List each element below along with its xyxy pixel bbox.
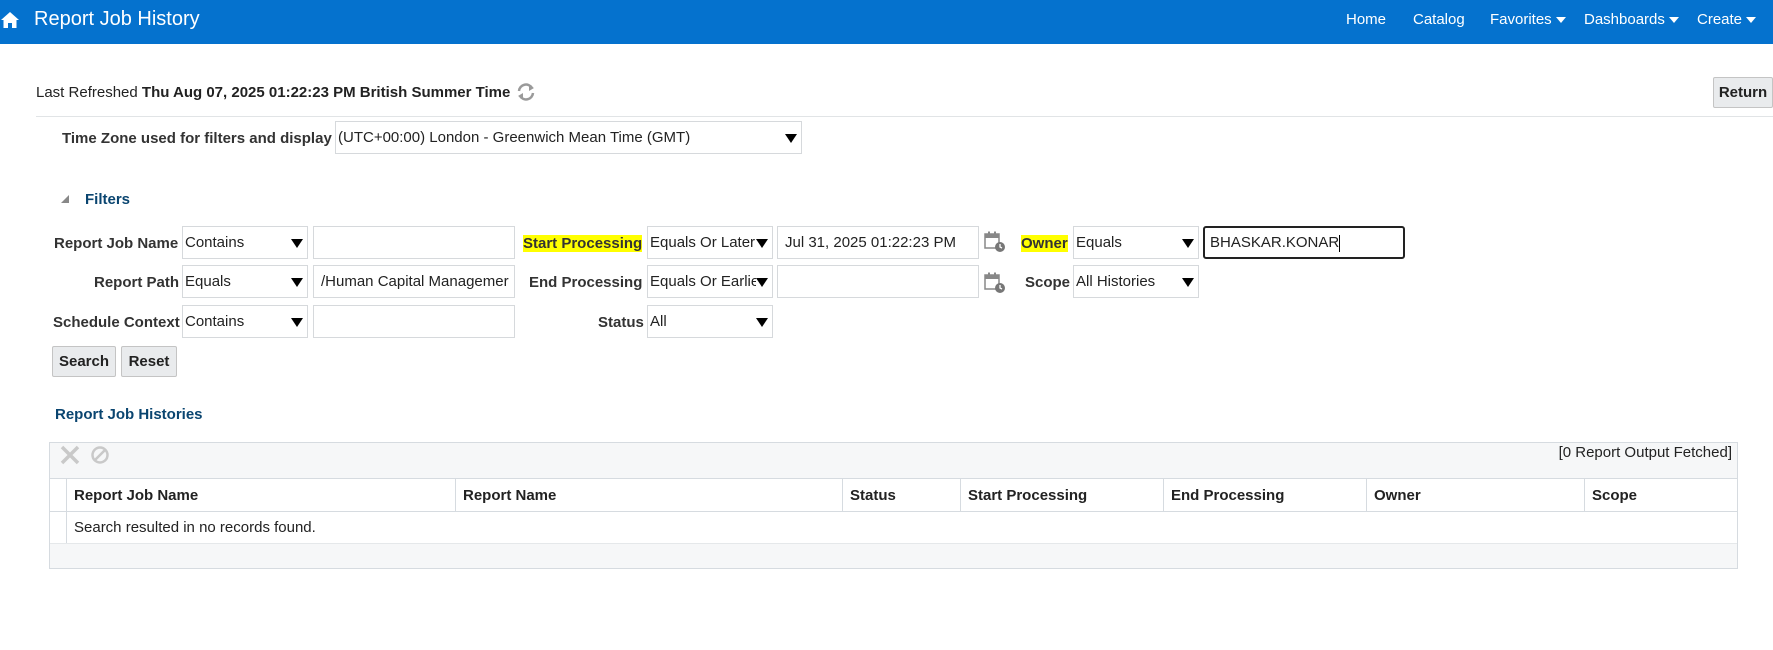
- report-job-name-input[interactable]: [313, 226, 515, 259]
- dropdown-arrow-icon: [291, 318, 303, 327]
- timezone-value: (UTC+00:00) London - Greenwich Mean Time…: [338, 129, 691, 146]
- nav-favorites[interactable]: Favorites: [1490, 11, 1566, 28]
- end-processing-operator: Equals Or Earlie: [650, 273, 756, 290]
- nav-dashboards[interactable]: Dashboards: [1584, 11, 1679, 28]
- page-title: Report Job History: [34, 8, 200, 30]
- nav-home-label: Home: [1346, 11, 1387, 28]
- scope-label: Scope: [1025, 274, 1071, 291]
- nav-home[interactable]: Home: [1346, 11, 1386, 28]
- owner-label: Owner: [1021, 235, 1068, 252]
- chevron-down-icon: [1746, 17, 1757, 24]
- owner-operator: Equals: [1076, 234, 1122, 251]
- home-icon[interactable]: [0, 10, 20, 30]
- calendar-icon[interactable]: [984, 231, 1006, 253]
- dropdown-arrow-icon: [1182, 278, 1194, 287]
- chevron-down-icon: [1555, 17, 1566, 24]
- divider: [36, 116, 1773, 117]
- report-job-name-operator-select[interactable]: Contains: [182, 226, 308, 259]
- nav-create[interactable]: Create: [1697, 11, 1757, 28]
- nav-dashboards-label: Dashboards: [1584, 11, 1665, 28]
- dropdown-arrow-icon: [785, 134, 797, 143]
- dropdown-arrow-icon: [291, 239, 303, 248]
- start-processing-operator-select[interactable]: Equals Or Later: [647, 226, 773, 259]
- divider: [50, 543, 1737, 544]
- empty-message: Search resulted in no records found.: [74, 519, 316, 536]
- output-fetched-count: [0 Report Output Fetched]: [1558, 444, 1732, 461]
- divider: [66, 512, 67, 543]
- last-refreshed-timestamp: Thu Aug 07, 2025 01:22:23 PM British Sum…: [141, 84, 511, 101]
- end-processing-date-input[interactable]: [777, 265, 979, 298]
- last-refreshed-label: Last Refreshed: [36, 84, 138, 101]
- schedule-context-operator: Contains: [185, 313, 245, 330]
- owner-label-text: Owner: [1021, 235, 1068, 252]
- end-processing-operator-select[interactable]: Equals Or Earlie: [647, 265, 773, 298]
- dropdown-arrow-icon: [756, 239, 768, 248]
- schedule-context-input[interactable]: [313, 305, 515, 338]
- report-path-input[interactable]: /Human Capital Managemer: [313, 265, 515, 298]
- start-processing-label: Start Processing: [523, 235, 643, 252]
- timezone-label: Time Zone used for filters and display: [62, 130, 332, 147]
- dropdown-arrow-icon: [1182, 239, 1194, 248]
- chevron-down-icon: [1668, 17, 1679, 24]
- status-select[interactable]: All: [647, 305, 773, 338]
- dropdown-arrow-icon: [756, 278, 768, 287]
- calendar-icon[interactable]: [984, 272, 1006, 294]
- search-button[interactable]: Search: [52, 346, 116, 377]
- cancel-icon[interactable]: [90, 445, 110, 465]
- nav-catalog[interactable]: Catalog: [1413, 11, 1465, 28]
- delete-icon[interactable]: [59, 444, 81, 466]
- scope-select[interactable]: All Histories: [1073, 265, 1199, 298]
- scope-value: All Histories: [1076, 273, 1156, 290]
- top-bar: Report Job History Home Catalog Favorite…: [0, 0, 1773, 44]
- start-processing-date-input[interactable]: Jul 31, 2025 01:22:23 PM: [777, 226, 979, 259]
- refresh-icon[interactable]: [515, 82, 537, 102]
- column-header-scope[interactable]: Scope: [1584, 479, 1737, 512]
- reset-button[interactable]: Reset: [121, 346, 177, 377]
- end-processing-label: End Processing: [529, 274, 643, 291]
- report-path-label: Report Path: [94, 274, 180, 291]
- start-processing-label-text: Start Processing: [523, 235, 643, 252]
- owner-operator-select[interactable]: Equals: [1073, 226, 1199, 259]
- return-button[interactable]: Return: [1713, 77, 1773, 108]
- histories-title: Report Job Histories: [55, 406, 203, 423]
- column-header-owner[interactable]: Owner: [1366, 479, 1584, 512]
- collapse-triangle-icon[interactable]: [59, 193, 71, 205]
- status-value: All: [650, 313, 667, 330]
- schedule-context-operator-select[interactable]: Contains: [182, 305, 308, 338]
- timezone-select[interactable]: (UTC+00:00) London - Greenwich Mean Time…: [335, 121, 802, 154]
- report-job-name-operator: Contains: [185, 234, 245, 251]
- column-header-status[interactable]: Status: [842, 479, 960, 512]
- last-refreshed: Last Refreshed Thu Aug 07, 2025 01:22:23…: [36, 84, 510, 101]
- column-header-end-processing[interactable]: End Processing: [1163, 479, 1366, 512]
- report-path-operator-select[interactable]: Equals: [182, 265, 308, 298]
- start-processing-operator: Equals Or Later: [650, 234, 756, 251]
- nav-create-label: Create: [1697, 11, 1743, 28]
- dropdown-arrow-icon: [756, 318, 768, 327]
- column-header-report-job-name[interactable]: Report Job Name: [66, 479, 455, 512]
- text-cursor: [1339, 234, 1341, 252]
- schedule-context-label: Schedule Context: [53, 314, 180, 331]
- nav-favorites-label: Favorites: [1490, 11, 1552, 28]
- column-header-start-processing[interactable]: Start Processing: [960, 479, 1163, 512]
- owner-value: BHASKAR.KONAR: [1210, 234, 1340, 251]
- nav-catalog-label: Catalog: [1413, 11, 1465, 28]
- status-label: Status: [598, 314, 644, 331]
- report-path-operator: Equals: [185, 273, 231, 290]
- column-header-report-name[interactable]: Report Name: [455, 479, 842, 512]
- filters-title[interactable]: Filters: [85, 191, 130, 208]
- report-job-name-label: Report Job Name: [54, 235, 179, 252]
- dropdown-arrow-icon: [291, 278, 303, 287]
- owner-input[interactable]: BHASKAR.KONAR: [1203, 226, 1405, 259]
